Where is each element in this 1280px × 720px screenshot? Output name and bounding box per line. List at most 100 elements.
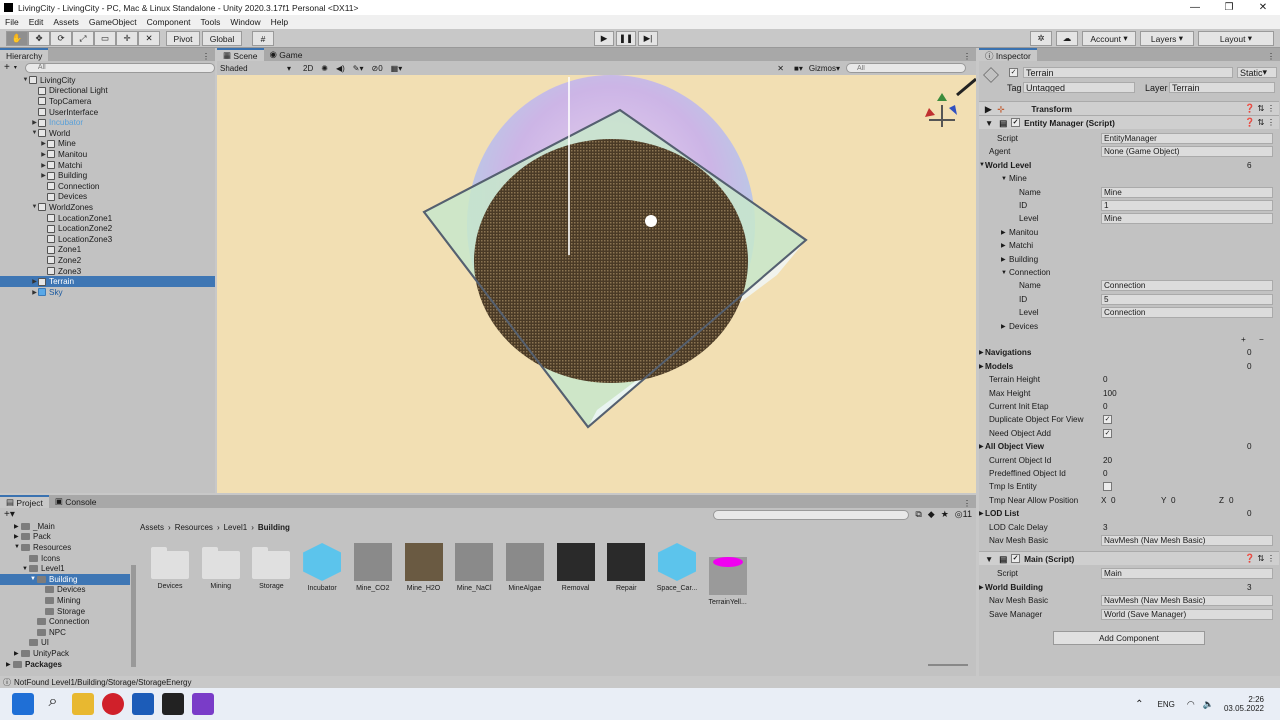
tab-game[interactable]: ◉ Game [263,48,309,61]
value-field[interactable]: 5 [1101,293,1273,305]
hierarchy-item[interactable]: LocationZone2 [0,223,215,234]
active-checkbox[interactable]: ✓ [1009,68,1018,77]
hierarchy-item[interactable]: ▶ Building [0,170,215,181]
filter-type-icon[interactable]: ⧉ [915,509,921,520]
icon-size-slider[interactable] [928,664,968,666]
breadcrumb-level1[interactable]: Level1 [224,523,248,532]
field-label[interactable]: LOD List [985,509,1019,518]
field-value[interactable]: 0 [1103,469,1108,478]
tab-hierarchy[interactable]: Hierarchy [0,48,49,61]
visual-studio-code-icon[interactable] [132,693,154,715]
foldout-arrow-icon[interactable]: ▼ [1001,270,1007,276]
hierarchy-menu-icon[interactable]: ⋮ [197,52,215,61]
project-folder[interactable]: ▶ UnityPack [0,648,130,659]
hierarchy-item[interactable]: ▼ World [0,128,215,139]
value-field[interactable]: EntityManager [1101,133,1273,144]
array-size[interactable]: 0 [1247,442,1252,451]
project-menu-icon[interactable]: ⋮ [958,499,976,508]
clock[interactable]: 2:26 03.05.2022 [1224,695,1264,713]
component-settings-icon[interactable]: ❓ ⇅ ⋮ [1245,117,1279,128]
folder-arrow-icon[interactable]: ▼ [22,566,29,572]
foldout-arrow-icon[interactable]: ▶ [1001,229,1006,236]
asset-item[interactable]: Repair [601,543,651,592]
field-label[interactable]: Manitou [1009,228,1038,237]
rotate-tool-icon[interactable]: ⟳ [50,31,72,46]
hierarchy-item[interactable]: ▶ Matchi [0,160,215,171]
hierarchy-item[interactable]: ▼ WorldZones [0,202,215,213]
asset-item[interactable]: TerrainYell... [703,543,753,606]
foldout-arrow-icon[interactable]: ▶ [979,363,984,370]
foldout-arrow-icon[interactable]: ▶ [1001,323,1006,330]
move-tool-icon[interactable]: ✥ [28,31,50,46]
audio-icon[interactable]: ◀) [336,64,345,73]
component-settings-icon[interactable]: ❓ ⇅ ⋮ [1245,103,1279,114]
axis-value-x[interactable]: 0 [1111,496,1116,505]
shading-dropdown[interactable]: Shaded ▾ [217,64,295,73]
favorite-icon[interactable]: ★ [941,509,949,520]
array-size[interactable]: 0 [1247,362,1252,371]
field-label[interactable]: All Object View [985,442,1044,451]
hierarchy-item[interactable]: LocationZone3 [0,234,215,245]
create-dropdown-icon[interactable]: ▾ [14,64,17,71]
expand-arrow-icon[interactable]: ▶ [31,119,38,126]
asset-item[interactable]: Mine_CO2 [348,543,398,592]
language-indicator[interactable]: ENG [1158,700,1175,709]
foldout-arrow-icon[interactable]: ▼ [1001,176,1007,182]
collab-icon[interactable]: ✲ [1030,31,1052,46]
menu-window[interactable]: Window [225,17,265,27]
camera-icon[interactable]: ■▾ [794,64,803,73]
entity-manager-enabled[interactable]: ✓ [1011,118,1021,127]
field-label[interactable]: World Level [985,161,1031,170]
close-button[interactable]: ✕ [1246,2,1280,13]
value-field[interactable]: Connection [1101,307,1273,319]
breadcrumb-assets[interactable]: Assets [140,523,164,532]
array-size[interactable]: 0 [1247,509,1252,518]
hidden-objects-icon[interactable]: ⊘0 [371,64,382,73]
foldout-arrow-icon[interactable]: ▶ [979,510,984,517]
field-label[interactable]: Mine [1009,174,1027,183]
layers-dropdown[interactable]: Layers ▾ [1140,31,1194,46]
expand-arrow-icon[interactable]: ▶ [40,162,47,169]
menu-assets[interactable]: Assets [48,17,84,27]
array-size[interactable]: 0 [1247,348,1252,357]
component-collapse-arrow[interactable]: ▶ [979,104,997,114]
hidden-packages-icon[interactable]: ◎11 [955,509,976,520]
windows-start-icon[interactable] [12,693,34,715]
project-folder[interactable]: Mining [0,595,130,606]
main-script-component[interactable]: ▼ ▤ ✓ Main (Script) ❓ ⇅ ⋮ [979,551,1279,566]
tab-inspector[interactable]: ⓘ Inspector [979,48,1037,61]
grid-snap-icon[interactable]: # [252,31,274,46]
transform-component[interactable]: ▶ ⊹ Transform ❓ ⇅ ⋮ [979,101,1279,115]
menu-help[interactable]: Help [266,17,293,27]
main-script-enabled[interactable]: ✓ [1011,554,1021,564]
hierarchy-item[interactable]: Zone2 [0,255,215,266]
hierarchy-item[interactable]: ▶ Mine [0,139,215,150]
volume-icon[interactable]: 🔈 [1203,699,1214,710]
project-folder[interactable]: ▼ Resources [0,542,130,553]
project-folder[interactable]: Devices [0,585,130,596]
project-folder[interactable]: NPC [0,627,130,638]
field-label[interactable]: Matchi [1009,241,1033,250]
hierarchy-item[interactable]: ▶ Sky [0,287,215,298]
hierarchy-item[interactable]: Zone1 [0,245,215,256]
value-field[interactable]: Connection [1101,280,1273,292]
play-button[interactable]: ▶ [594,31,614,46]
expand-arrow-icon[interactable]: ▶ [31,278,38,285]
asset-item[interactable]: Mine_NaCl [449,543,499,592]
entity-manager-component[interactable]: ▼ ▤ ✓ Entity Manager (Script) ❓ ⇅ ⋮ [979,115,1279,129]
global-toggle[interactable]: Global [202,31,242,46]
expand-arrow-icon[interactable]: ▶ [40,151,47,158]
scene-menu-icon[interactable]: ⋮ [958,52,976,61]
hierarchy-item[interactable]: ▼ LivingCity [0,75,215,86]
array-size[interactable]: 3 [1247,583,1252,592]
tab-project[interactable]: ▤ Project [0,495,49,508]
pause-button[interactable]: ❚❚ [616,31,636,46]
project-folder[interactable]: Icons [0,553,130,564]
asset-item[interactable]: Devices [145,543,195,590]
asset-item[interactable]: Incubator [297,543,347,592]
project-folder[interactable]: ▶ Packages [0,659,130,670]
value-field[interactable]: World (Save Manager) [1101,608,1273,620]
breadcrumb-building[interactable]: Building [258,523,290,532]
wifi-icon[interactable]: ◠ [1187,699,1195,710]
menu-component[interactable]: Component [142,17,196,27]
